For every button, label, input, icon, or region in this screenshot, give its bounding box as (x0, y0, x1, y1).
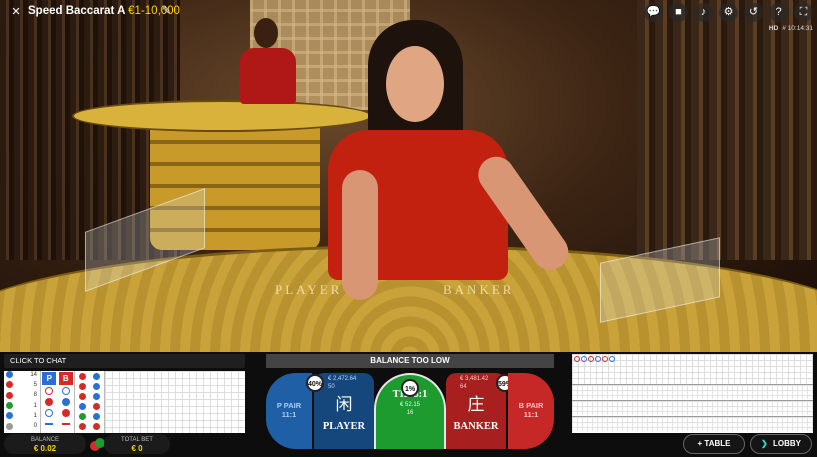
stats-column: 14 5 8 1 1 0 (4, 371, 41, 433)
add-table-button[interactable]: + TABLE (683, 434, 745, 454)
player-pair-odds: 11:1 (281, 410, 297, 419)
background-dealer (240, 18, 300, 104)
pin-icon[interactable]: ✎ (162, 4, 171, 17)
big-eye-road (572, 384, 813, 399)
total-bet-value: € 0 (131, 444, 143, 453)
player-pair-bet[interactable]: P PAIR 11:1 (266, 373, 312, 449)
help-icon[interactable]: ? (769, 3, 788, 22)
tie-bet[interactable]: 1% € 52.15 16 TIE 8:1 (374, 373, 446, 449)
player-stats: € 2,472.64 50 (328, 375, 356, 391)
stat-banker: 5 (33, 382, 37, 389)
table-name: Speed Baccarat A (28, 5, 125, 17)
banker-label: BANKER (453, 421, 499, 432)
balance-display: BALANCE € 0.02 (4, 434, 86, 454)
chat-icon[interactable]: 💬 (644, 3, 663, 22)
right-roadmap[interactable] (572, 354, 813, 433)
banker-stats: € 3,481.42 64 (460, 375, 488, 391)
video-icon[interactable]: ■ (669, 3, 688, 22)
game-title: Speed Baccarat A €1-10,000 (28, 5, 180, 17)
player-percent: 40% (306, 374, 324, 392)
lobby-button[interactable]: ❯ LOBBY (750, 434, 812, 454)
bet-limits[interactable]: €1-10,000 (128, 5, 180, 17)
player-count: 50 (328, 384, 335, 390)
top-bar: × Speed Baccarat A €1-10,000 ✎ 💬 ■ ♪ ⚙ ↺… (0, 0, 817, 32)
tie-amount: € 52.15 (399, 402, 421, 408)
banker-pair-odds: 11:1 (523, 410, 539, 419)
stat-player: 14 (30, 371, 37, 378)
left-roadmap[interactable]: 14 5 8 1 1 0 P B (4, 371, 245, 433)
banker-bet[interactable]: 59% € 3,481.42 64 庄 BANKER (446, 373, 514, 449)
player-label: PLAYER (322, 421, 366, 432)
top-icons: 💬 ■ ♪ ⚙ ↺ ? ⛶ (644, 3, 813, 22)
balance-label: BALANCE (30, 437, 59, 443)
total-bet-label: TOTAL BET (121, 437, 153, 443)
player-pair-label: P PAIR (276, 401, 302, 410)
cockroach-road (572, 416, 813, 431)
predictor-column: P B (41, 371, 75, 433)
stat-player-pair: 1 (33, 413, 37, 420)
table-button-label: TABLE (704, 439, 731, 448)
banker-chinese: 庄 (467, 395, 485, 415)
small-road (572, 400, 813, 415)
balance-value: € 0.02 (33, 444, 57, 453)
settings-icon[interactable]: ⚙ (719, 3, 738, 22)
close-icon[interactable]: × (8, 4, 24, 20)
stream-info: HD # 10:14:31 (769, 25, 813, 32)
curtain-right (637, 0, 817, 260)
clock: # 10:14:31 (782, 25, 813, 32)
player-bet[interactable]: 40% € 2,472.64 50 闲 PLAYER (306, 373, 374, 449)
quality-label[interactable]: HD (769, 25, 778, 32)
betting-area: P PAIR 11:1 40% € 2,472.64 50 闲 PLAYER 1… (264, 370, 556, 450)
tie-percent: 1% (401, 379, 419, 397)
banker-predict-header[interactable]: B (58, 371, 73, 385)
tie-count: 16 (406, 410, 414, 416)
fullscreen-icon[interactable]: ⛶ (794, 3, 813, 22)
banker-pair-label: B PAIR (518, 401, 544, 410)
player-amount: € 2,472.64 (328, 376, 357, 382)
sound-icon[interactable]: ♪ (694, 3, 713, 22)
stat-banker-wins: 8 (33, 392, 37, 399)
felt-player-label: PLAYER (275, 282, 343, 297)
bottom-panel: CLICK TO CHAT 14 5 8 1 1 0 P B BALANCE €… (0, 352, 817, 457)
banker-pair-bet[interactable]: B PAIR 11:1 (508, 373, 554, 449)
player-chinese: 闲 (335, 395, 353, 415)
lobby-arrow-icon: ❯ (761, 439, 768, 448)
total-bet-display: TOTAL BET € 0 (104, 434, 170, 454)
live-video-feed: PLAYER BANKER (0, 0, 817, 352)
tie-stats: € 52.15 16 (376, 401, 444, 417)
status-banner: BALANCE TOO LOW (266, 354, 554, 368)
banker-amount: € 3,481.42 (460, 376, 489, 382)
plus-icon: + (697, 439, 703, 448)
stat-tie: 1 (33, 402, 37, 409)
roadmap-grid (105, 371, 245, 433)
history-icon[interactable]: ↺ (744, 3, 763, 22)
banker-count: 64 (460, 384, 467, 390)
lobby-button-label: LOBBY (772, 439, 801, 448)
stat-natural: 0 (33, 423, 37, 430)
dealer (318, 20, 576, 310)
player-predict-header[interactable]: P (42, 371, 57, 385)
bead-road (75, 371, 105, 433)
big-road (572, 354, 813, 384)
felt-banker-label: BANKER (443, 282, 515, 297)
chat-button[interactable]: CLICK TO CHAT (4, 354, 245, 368)
